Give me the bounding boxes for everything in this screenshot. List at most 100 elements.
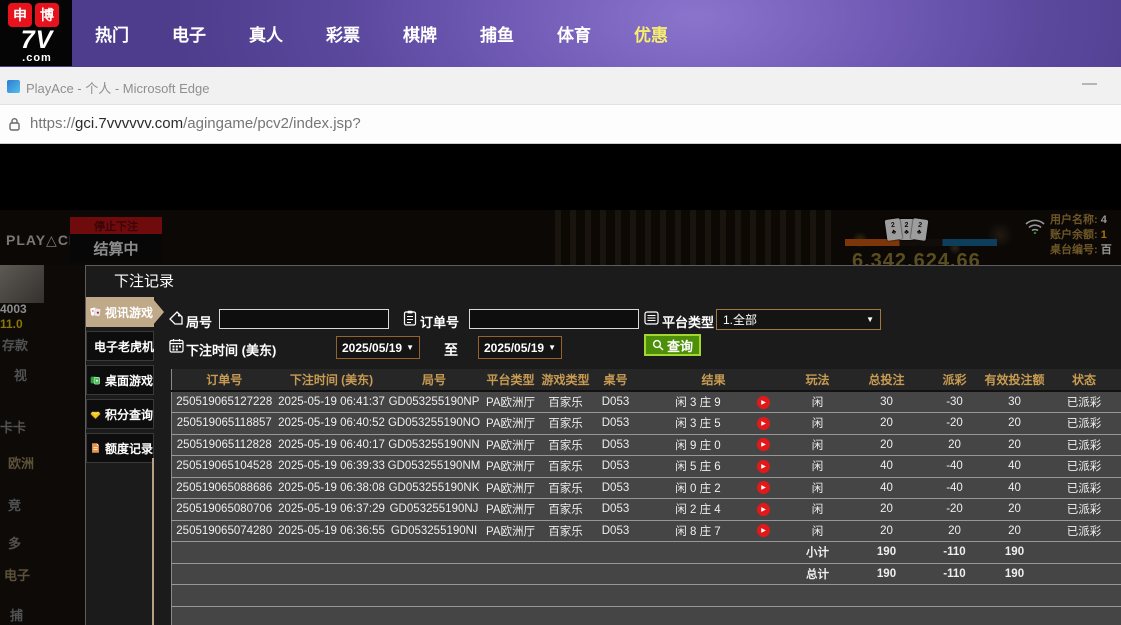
table-row: 2505190650807062025-05-19 06:37:29GD0532… (172, 499, 1121, 521)
table-row: 2505190650742802025-05-19 06:36:55GD0532… (172, 520, 1121, 542)
site-navbar: 申 博 7V .com 热门 电子 真人 彩票 棋牌 捕鱼 体育 优惠 (0, 0, 1121, 68)
subtotal-row: 小计190-110190 (172, 542, 1121, 564)
cell-status: 已派彩 (1046, 477, 1121, 499)
round-tag-icon (169, 311, 184, 326)
date-to-picker[interactable]: 2025/05/19 (478, 336, 562, 359)
cell-platform: PA欧洲厅 (482, 477, 540, 499)
date-from-value: 2025/05/19 (342, 341, 402, 355)
nav-item-live[interactable]: 真人 (249, 21, 283, 46)
nav-item-promotions[interactable]: 优惠 (634, 21, 668, 46)
logo-badge-bo: 博 (35, 3, 59, 27)
logo-7v-text: 7V (8, 27, 66, 53)
cell-result: 闲 5 庄 6▶ (640, 456, 788, 478)
logo-badge-shen: 申 (8, 3, 32, 27)
window-title: PlayAce - 个人 - Microsoft Edge (26, 78, 210, 97)
summary-label: 小计 (788, 542, 848, 564)
replay-icon[interactable]: ▶ (757, 396, 770, 409)
site-logo[interactable]: 申 博 7V .com (0, 0, 72, 66)
sidebar-item-quota-records[interactable]: 额度记录 (86, 433, 154, 463)
site-logo-inner: 申 博 7V .com (8, 3, 66, 63)
column-header: 有效投注额 (984, 369, 1046, 391)
date-to-separator: 至 (444, 340, 458, 360)
cell-valid: 40 (984, 477, 1046, 499)
table-row: 2505190651045282025-05-19 06:39:33GD0532… (172, 456, 1121, 478)
cell-table_no: D053 (592, 477, 640, 499)
order-number-input[interactable] (469, 309, 639, 329)
modal-title: 下注记录 (114, 270, 174, 291)
nav-item-fishing[interactable]: 捕鱼 (480, 21, 514, 46)
nav-item-lottery[interactable]: 彩票 (326, 21, 360, 46)
cell-result: 闲 0 庄 2▶ (640, 477, 788, 499)
cell-total: 20 (848, 499, 926, 521)
cell-order: 250519065074280 (172, 520, 277, 542)
cell-platform: PA欧洲厅 (482, 413, 540, 435)
column-header: 状态 (1046, 369, 1121, 391)
column-header: 局号 (387, 369, 482, 391)
cell-status: 已派彩 (1046, 391, 1121, 413)
cell-play: 闲 (788, 434, 848, 456)
cell-round: GD053255190NJ (387, 499, 482, 521)
platform-type-select[interactable]: 1.全部 (716, 309, 881, 330)
nav-item-chess[interactable]: 棋牌 (403, 21, 437, 46)
cell-play: 闲 (788, 456, 848, 478)
result-text: 闲 2 庄 4 (640, 501, 757, 517)
cell-valid: 20 (984, 413, 1046, 435)
nav-item-sports[interactable]: 体育 (557, 21, 591, 46)
cell-status: 已派彩 (1046, 434, 1121, 456)
url-domain: gci.7vvvvvv.com (75, 115, 183, 132)
table-row: 2505190651128282025-05-19 06:40:17GD0532… (172, 434, 1121, 456)
minimize-button[interactable]: — (1082, 75, 1097, 92)
replay-icon[interactable]: ▶ (757, 438, 770, 451)
platform-list-icon (644, 311, 659, 325)
calendar-icon (169, 338, 184, 353)
replay-icon[interactable]: ▶ (757, 417, 770, 430)
cell-status: 已派彩 (1046, 520, 1121, 542)
summary-value: 190 (984, 542, 1046, 564)
cell-order: 250519065080706 (172, 499, 277, 521)
sidebar-item-video-games[interactable]: K 视讯游戏 (86, 297, 154, 327)
cell-play: 闲 (788, 477, 848, 499)
sidebar-item-table-games[interactable]: 桌面游戏 (86, 365, 154, 395)
cell-payout: -40 (926, 477, 984, 499)
cell-play: 闲 (788, 391, 848, 413)
replay-icon[interactable]: ▶ (757, 481, 770, 494)
table-games-icon (90, 372, 101, 388)
url-bar[interactable]: https://gci.7vvvvvv.com/agingame/pcv2/in… (0, 105, 1121, 144)
nav-item-electronic[interactable]: 电子 (172, 21, 206, 46)
replay-icon[interactable]: ▶ (757, 460, 770, 473)
sidebar-item-label: 额度记录 (105, 440, 153, 457)
cell-round: GD053255190NK (387, 477, 482, 499)
url-path: /agingame/pcv2/index.jsp? (183, 115, 361, 132)
cell-spacer (172, 563, 788, 585)
date-to-value: 2025/05/19 (484, 341, 544, 355)
cell-payout: -20 (926, 413, 984, 435)
replay-icon[interactable]: ▶ (757, 524, 770, 537)
round-number-input[interactable] (219, 309, 389, 329)
points-gem-icon (90, 406, 101, 422)
cell-time: 2025-05-19 06:37:29 (277, 499, 387, 521)
cell-total: 40 (848, 477, 926, 499)
table-row: 2505190651272282025-05-19 06:41:37GD0532… (172, 391, 1121, 413)
cell-platform: PA欧洲厅 (482, 499, 540, 521)
nav-item-hot[interactable]: 热门 (95, 21, 129, 46)
bet-time-label: 下注时间 (美东) (186, 340, 276, 359)
sidebar-item-points-query[interactable]: 积分查询 (86, 399, 154, 429)
cell-game: 百家乐 (540, 434, 592, 456)
cell-time: 2025-05-19 06:40:17 (277, 434, 387, 456)
cell-payout: 20 (926, 520, 984, 542)
cell-valid: 20 (984, 520, 1046, 542)
sidebar-item-slots[interactable]: 777 电子老虎机 (86, 331, 154, 361)
cell-table_no: D053 (592, 456, 640, 478)
table-row: 2505190650886862025-05-19 06:38:08GD0532… (172, 477, 1121, 499)
empty-cell (172, 606, 1121, 625)
result-text: 闲 3 庄 5 (640, 415, 757, 431)
column-header: 玩法 (788, 369, 848, 391)
cell-payout: -20 (926, 499, 984, 521)
sidebar-item-label: 桌面游戏 (105, 372, 153, 389)
search-button[interactable]: 查询 (644, 334, 701, 356)
date-from-picker[interactable]: 2025/05/19 (336, 336, 420, 359)
cell-platform: PA欧洲厅 (482, 391, 540, 413)
column-header: 结果 (640, 369, 788, 391)
cell-round: GD053255190NN (387, 434, 482, 456)
replay-icon[interactable]: ▶ (757, 503, 770, 516)
